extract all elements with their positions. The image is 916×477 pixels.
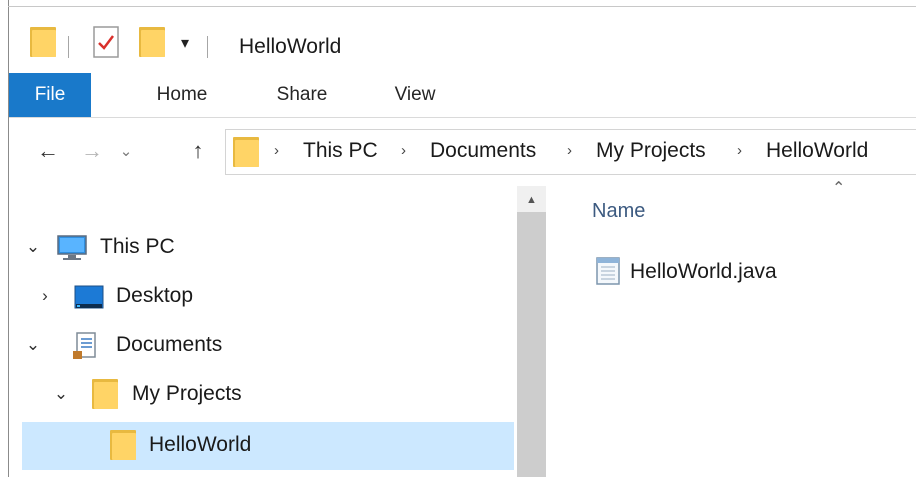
tree-item-label: This PC — [100, 235, 175, 258]
title-bar: ▾ HelloWorld — [9, 7, 916, 71]
expand-chevron-icon[interactable]: ⌄ — [24, 335, 42, 355]
breadcrumb-this-pc[interactable]: This PC — [303, 139, 378, 163]
desktop-icon — [74, 285, 104, 314]
breadcrumb-separator-icon[interactable]: › — [567, 142, 572, 159]
new-folder-icon[interactable] — [139, 27, 165, 57]
ribbon-tabs: File Home Share View — [9, 73, 916, 118]
folder-icon — [233, 137, 259, 167]
file-name: HelloWorld.java — [630, 260, 777, 283]
tree-item-label: HelloWorld — [149, 433, 252, 456]
documents-icon — [72, 332, 100, 365]
breadcrumb-my-projects[interactable]: My Projects — [596, 139, 706, 163]
breadcrumb-separator-icon[interactable]: › — [401, 142, 406, 159]
folder-icon[interactable] — [30, 27, 56, 57]
file-item[interactable]: HelloWorld.java — [592, 250, 892, 290]
breadcrumb-separator-icon[interactable]: › — [274, 142, 279, 159]
tab-share[interactable]: Share — [257, 73, 347, 117]
tree-item-my-projects[interactable]: ⌄ My Projects — [22, 371, 514, 419]
title-separator — [207, 36, 208, 58]
collapse-chevron-icon[interactable]: › — [36, 286, 54, 306]
window-title: HelloWorld — [239, 35, 342, 58]
up-button[interactable]: ↑ — [180, 133, 216, 169]
recent-locations-button[interactable]: ⌄ — [114, 133, 138, 169]
tree-item-label: My Projects — [132, 382, 242, 405]
folder-icon — [110, 430, 136, 460]
computer-icon — [57, 235, 87, 266]
expand-chevron-icon[interactable]: ⌄ — [52, 384, 70, 404]
tree-item-helloworld[interactable]: HelloWorld — [22, 422, 514, 470]
folder-icon — [92, 379, 118, 409]
back-button[interactable]: ← — [30, 133, 66, 169]
expand-chevron-icon[interactable]: ⌄ — [24, 237, 42, 257]
column-header-name[interactable]: Name — [592, 200, 645, 223]
sort-ascending-icon: ⌃ — [832, 180, 846, 197]
tree-item-documents[interactable]: ⌄ Documents — [22, 322, 514, 370]
scrollbar-thumb[interactable] — [517, 212, 546, 477]
breadcrumb-helloworld[interactable]: HelloWorld — [766, 139, 868, 163]
file-explorer-window: ▾ HelloWorld File Home Share View ← → ⌄ … — [0, 0, 916, 477]
tree-item-label: Documents — [116, 333, 223, 356]
tab-home[interactable]: Home — [137, 73, 227, 117]
title-separator — [68, 36, 69, 58]
address-bar[interactable]: › This PC › Documents › My Projects › He… — [225, 129, 916, 175]
breadcrumb-separator-icon[interactable]: › — [737, 142, 742, 159]
tree-item-desktop[interactable]: › Desktop — [22, 273, 514, 321]
customize-quick-access-icon[interactable]: ▾ — [181, 33, 189, 53]
tab-file[interactable]: File — [9, 73, 91, 117]
tree-item-label: Desktop — [116, 284, 194, 307]
breadcrumb-documents[interactable]: Documents — [430, 139, 536, 163]
scroll-up-arrow-icon[interactable]: ▲ — [517, 190, 546, 210]
text-file-icon — [594, 256, 622, 291]
properties-icon[interactable] — [93, 26, 119, 58]
forward-button[interactable]: → — [74, 133, 110, 169]
tree-item-this-pc[interactable]: ⌄ This PC — [22, 224, 514, 272]
tab-view[interactable]: View — [375, 73, 455, 117]
